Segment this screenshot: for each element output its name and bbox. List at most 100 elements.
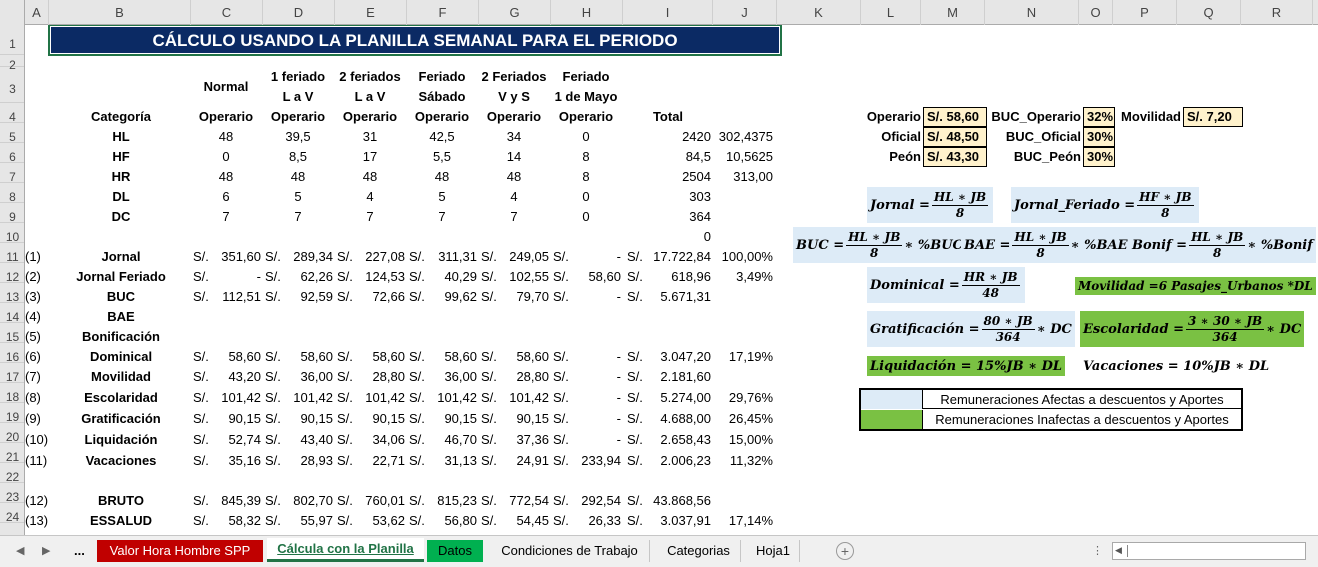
scroll-left-icon[interactable]: ◀ <box>1115 545 1122 556</box>
item-amount[interactable]: S/. 24,91 <box>481 451 549 471</box>
hours-cell[interactable]: 5,5 <box>407 147 477 167</box>
hours-cell[interactable]: 0 <box>191 147 261 167</box>
item-amount[interactable]: S/. - <box>553 347 621 367</box>
param-buc-peon-value[interactable]: 30% <box>1083 147 1115 167</box>
item-amount[interactable]: S/. 90,15 <box>481 409 549 429</box>
row-header-9[interactable]: 9 <box>0 203 24 224</box>
column-header-i[interactable]: I <box>623 0 713 25</box>
tab-condiciones[interactable]: Condiciones de Trabajo <box>490 540 650 562</box>
item-amount[interactable]: S/. 43,40 <box>265 430 333 450</box>
param-oficial-value[interactable]: S/. 48,50 <box>923 127 987 147</box>
tab-calcula-planilla[interactable]: Cálcula con la Planilla <box>267 538 424 562</box>
item-name[interactable]: Gratificación <box>53 409 189 429</box>
item-amount[interactable]: S/. 101,42 <box>337 388 405 408</box>
item-total[interactable]: S/. 2.658,43 <box>627 430 711 450</box>
row10-total[interactable]: 0 <box>625 227 711 247</box>
row-header-2[interactable]: 2 <box>0 55 24 72</box>
item-amount[interactable]: S/. - <box>553 367 621 387</box>
row-header-17[interactable]: 17 <box>0 363 24 384</box>
item-amount[interactable]: S/. 35,16 <box>193 451 261 471</box>
item-amount[interactable]: S/. 101,42 <box>265 388 333 408</box>
item-amount[interactable]: S/. 845,39 <box>193 491 261 511</box>
item-total[interactable]: S/. 5.274,00 <box>627 388 711 408</box>
horizontal-scrollbar[interactable]: ◀ <box>1112 542 1306 560</box>
item-amount[interactable]: S/. 43,20 <box>193 367 261 387</box>
param-buc-operario-value[interactable]: 32% <box>1083 107 1115 127</box>
item-percent[interactable]: 17,14% <box>713 511 773 531</box>
item-amount[interactable]: S/. 58,32 <box>193 511 261 531</box>
item-amount[interactable]: S/. 26,33 <box>553 511 621 531</box>
item-name[interactable]: Vacaciones <box>53 451 189 471</box>
item-percent[interactable]: 11,32% <box>713 451 773 471</box>
formula-gratificacion[interactable]: Gratificación = 80 ∗ JB 364 ∗ DC <box>867 311 1075 347</box>
item-amount[interactable]: S/. 802,70 <box>265 491 333 511</box>
item-amount[interactable]: S/. 36,00 <box>265 367 333 387</box>
row-header-13[interactable]: 13 <box>0 283 24 304</box>
item-total[interactable]: S/. 4.688,00 <box>627 409 711 429</box>
column-header-g[interactable]: G <box>479 0 551 25</box>
item-amount[interactable]: S/. 28,93 <box>265 451 333 471</box>
formula-escolaridad[interactable]: Escolaridad = 3 ∗ 30 ∗ JB 364 ∗ DC <box>1080 311 1305 347</box>
hours-cell[interactable]: 48 <box>407 167 477 187</box>
item-name[interactable]: Jornal Feriado <box>53 267 189 287</box>
hours-cell[interactable]: 7 <box>263 207 333 227</box>
item-name[interactable]: Bonificación <box>53 327 189 347</box>
item-amount[interactable]: S/. 40,29 <box>409 267 477 287</box>
hours-ratio[interactable]: 313,00 <box>713 167 773 187</box>
hours-cell[interactable]: 4 <box>335 187 405 207</box>
hours-total[interactable]: 303 <box>625 187 711 207</box>
item-amount[interactable]: S/. 37,36 <box>481 430 549 450</box>
row-header-4[interactable]: 4 <box>0 103 24 124</box>
row-header-1[interactable]: 1 <box>0 25 24 55</box>
item-amount[interactable]: S/. 102,55 <box>481 267 549 287</box>
column-header-f[interactable]: F <box>407 0 479 25</box>
item-total[interactable]: S/. 618,96 <box>627 267 711 287</box>
item-amount[interactable]: S/. 92,59 <box>265 287 333 307</box>
category-dl[interactable]: DL <box>53 187 189 207</box>
column-header-n[interactable]: N <box>985 0 1079 25</box>
column-header-k[interactable]: K <box>777 0 861 25</box>
item-amount[interactable]: S/. 31,13 <box>409 451 477 471</box>
hours-cell[interactable]: 4 <box>479 187 549 207</box>
column-header-h[interactable]: H <box>551 0 623 25</box>
hours-cell[interactable]: 48 <box>191 167 261 187</box>
row-header-21[interactable]: 21 <box>0 443 24 464</box>
item-amount[interactable]: S/. - <box>553 430 621 450</box>
item-amount[interactable]: S/. 101,42 <box>481 388 549 408</box>
hours-total[interactable]: 2420 <box>625 127 711 147</box>
hours-cell[interactable]: 5 <box>407 187 477 207</box>
item-amount[interactable]: S/. 58,60 <box>409 347 477 367</box>
hours-cell[interactable]: 48 <box>191 127 261 147</box>
item-amount[interactable]: S/. 22,71 <box>337 451 405 471</box>
item-amount[interactable]: S/. 58,60 <box>337 347 405 367</box>
row-header-20[interactable]: 20 <box>0 423 24 444</box>
column-header-o[interactable]: O <box>1079 0 1113 25</box>
column-header-c[interactable]: C <box>191 0 263 25</box>
formula-jornal-feriado[interactable]: Jornal_Feriado = HF ∗ JB 8 <box>1011 187 1199 223</box>
item-amount[interactable]: S/. 62,26 <box>265 267 333 287</box>
param-movilidad-value[interactable]: S/. 7,20 <box>1183 107 1243 127</box>
item-amount[interactable]: S/. 28,80 <box>337 367 405 387</box>
formula-liquidacion[interactable]: Liquidación = 15%JB ∗ DL <box>867 356 1066 376</box>
item-amount[interactable]: S/. 58,60 <box>265 347 333 367</box>
hours-cell[interactable]: 5 <box>263 187 333 207</box>
row-header-22[interactable]: 22 <box>0 463 24 484</box>
item-amount[interactable]: S/. 58,60 <box>481 347 549 367</box>
category-hl[interactable]: HL <box>53 127 189 147</box>
column-header-r[interactable]: R <box>1241 0 1313 25</box>
hours-cell[interactable]: 7 <box>407 207 477 227</box>
column-header-a[interactable]: A <box>25 0 49 25</box>
hours-cell[interactable]: 7 <box>335 207 405 227</box>
formula-movilidad[interactable]: Movilidad =6 Pasajes_Urbanos *DL <box>1075 277 1316 295</box>
row-header-8[interactable]: 8 <box>0 183 24 204</box>
formula-vacaciones[interactable]: Vacaciones = 10%JB ∗ DL <box>1080 356 1272 376</box>
sheet-title[interactable]: CÁLCULO USANDO LA PLANILLA SEMANAL PARA … <box>48 25 782 56</box>
item-amount[interactable]: S/. 311,31 <box>409 247 477 267</box>
hours-cell[interactable]: 48 <box>479 167 549 187</box>
item-amount[interactable]: S/. 227,08 <box>337 247 405 267</box>
tab-more[interactable]: ... <box>64 540 95 562</box>
item-total[interactable]: S/. 2.006,23 <box>627 451 711 471</box>
item-name[interactable]: Jornal <box>53 247 189 267</box>
row-header-6[interactable]: 6 <box>0 143 24 164</box>
row-header-16[interactable]: 16 <box>0 343 24 364</box>
